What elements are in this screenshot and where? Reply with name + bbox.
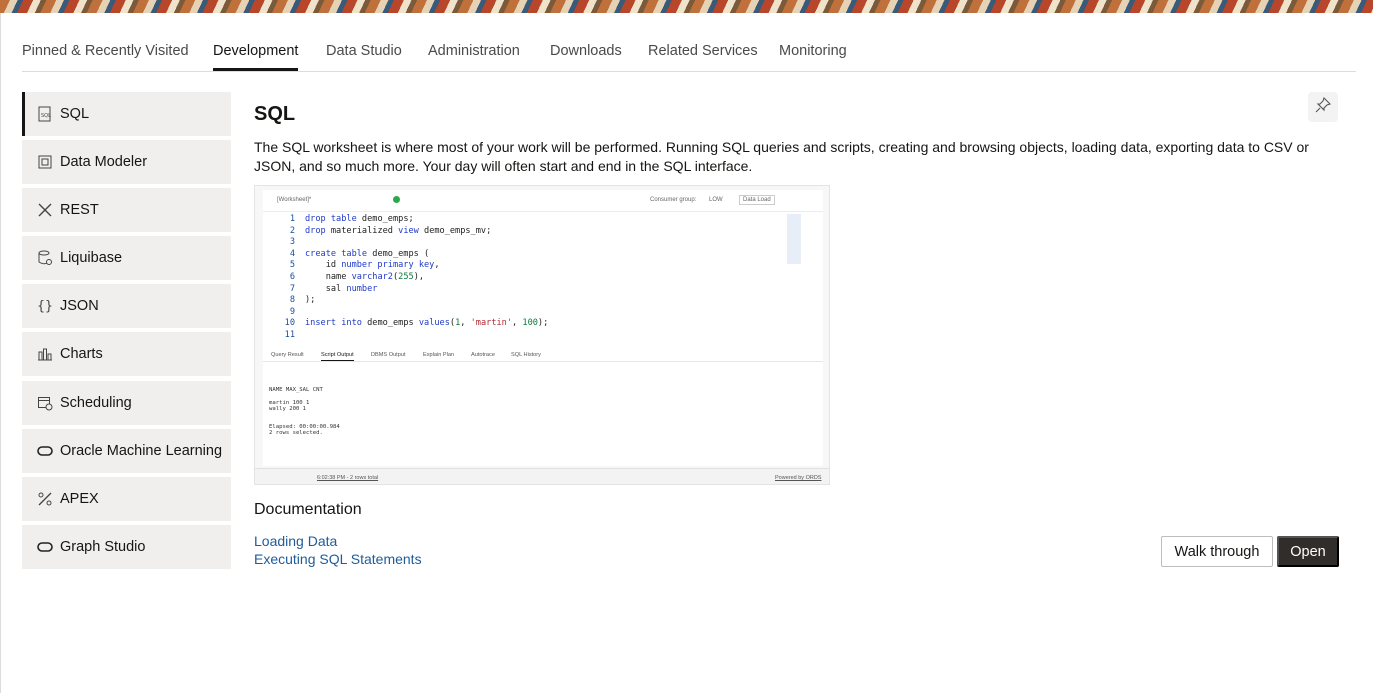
preview-code-editor: 1 drop table demo_emps; 2 drop materialize…	[263, 212, 823, 360]
tool-description: The SQL worksheet is where most of your …	[254, 139, 1309, 174]
sidebar-item-json[interactable]: {} JSON	[22, 284, 231, 328]
preview-consumer-group-value: LOW	[709, 197, 723, 203]
apex-icon	[36, 490, 54, 508]
oracle-capsule-icon	[36, 538, 54, 556]
preview-output-tabs: Query Result Script Output DBMS Output E…	[263, 348, 823, 362]
liquibase-icon	[36, 249, 54, 267]
bar-chart-icon	[36, 345, 54, 363]
code-line: 1 drop table demo_emps;	[289, 214, 414, 224]
preview-worksheet-tab: [Worksheet]*	[277, 197, 312, 203]
open-button[interactable]: Open	[1277, 536, 1339, 567]
sql-worksheet-preview: [Worksheet]* Consumer group: LOW Data Lo…	[254, 185, 830, 485]
preview-powered-by: Powered by ORDS	[775, 475, 822, 481]
sidebar-item-liquibase[interactable]: Liquibase	[22, 236, 231, 280]
sidebar-item-label: Graph Studio	[60, 539, 146, 555]
sidebar-item-data-modeler[interactable]: Data Modeler	[22, 140, 231, 184]
preview-output-tab: Explain Plan	[423, 352, 455, 358]
json-braces-icon: {}	[37, 298, 53, 314]
tab-downloads[interactable]: Downloads	[550, 36, 622, 71]
preview-minimap	[787, 214, 801, 264]
preview-output-tab: SQL History	[511, 352, 541, 358]
page-title: SQL	[254, 103, 296, 125]
sidebar-item-sql[interactable]: SQL SQL	[22, 92, 231, 136]
sidebar-item-label: Charts	[60, 346, 103, 362]
pin-button[interactable]	[1308, 92, 1338, 122]
sidebar-item-label: Oracle Machine Learning	[60, 443, 223, 459]
preview-output-tab: Script Output	[321, 352, 354, 361]
tab-administration[interactable]: Administration	[428, 36, 520, 71]
header-banner	[0, 0, 1373, 13]
data-modeler-icon	[36, 153, 54, 171]
code-line: 5 id number primary key,	[289, 260, 440, 271]
code-line: 4 create table demo_emps (	[289, 248, 430, 259]
sidebar-item-label: JSON	[60, 298, 99, 314]
code-line: 8);	[289, 295, 316, 306]
calendar-clock-icon	[36, 394, 54, 412]
left-divider	[0, 13, 1, 693]
preview-output-tab: DBMS Output	[371, 352, 406, 358]
sidebar-item-oracle-machine-learning[interactable]: Oracle Machine Learning	[22, 429, 231, 473]
preview-data-load-button: Data Load	[739, 195, 775, 205]
pin-icon	[1315, 96, 1332, 118]
code-line: 2 drop materialized view demo_emps_mv;	[289, 225, 492, 236]
sidebar-item-label: REST	[60, 202, 99, 218]
sidebar-item-apex[interactable]: APEX	[22, 477, 231, 521]
doc-link-executing-sql-statements[interactable]: Executing SQL Statements	[254, 551, 422, 567]
sidebar-item-graph-studio[interactable]: Graph Studio	[22, 525, 231, 569]
sidebar-item-label: Liquibase	[60, 250, 123, 266]
preview-output-tab: Autotrace	[471, 352, 495, 358]
category-tabs: Pinned & Recently Visited Development Da…	[22, 36, 1356, 72]
sidebar-item-rest[interactable]: REST	[22, 188, 231, 232]
preview-rows-selected: 2 rows selected.	[269, 430, 323, 436]
tab-related-services[interactable]: Related Services	[648, 36, 758, 71]
preview-status-text: 6:02:38 PM - 2 rows total	[317, 475, 379, 481]
preview-consumer-group-label: Consumer group:	[650, 197, 697, 203]
code-line: 10 insert into demo_emps values(1, 'marti…	[284, 318, 549, 329]
tab-monitoring[interactable]: Monitoring	[779, 36, 847, 71]
walk-through-button[interactable]: Walk through	[1161, 536, 1273, 567]
code-line: 11	[284, 330, 295, 340]
rest-tools-icon	[36, 201, 54, 219]
preview-status-bar: 6:02:38 PM - 2 rows total Powered by ORD…	[255, 468, 829, 484]
preview-output-tab: Query Result	[271, 352, 304, 358]
tab-pinned-recently-visited[interactable]: Pinned & Recently Visited	[22, 36, 189, 71]
code-line: 6 name varchar2(255),	[289, 272, 425, 282]
doc-link-loading-data[interactable]: Loading Data	[254, 533, 337, 549]
tab-data-studio[interactable]: Data Studio	[326, 36, 402, 71]
oracle-capsule-icon	[36, 442, 54, 460]
preview-output-header: NAME MAX_SAL CNT	[269, 387, 323, 393]
tab-development[interactable]: Development	[213, 36, 299, 71]
svg-text:SQL: SQL	[41, 113, 51, 119]
code-line: 3	[289, 237, 295, 248]
sidebar-item-label: Data Modeler	[60, 154, 148, 170]
sql-icon: SQL	[36, 105, 54, 123]
preview-output-panel: Query Result Script Output DBMS Output E…	[263, 348, 823, 466]
sidebar-item-scheduling[interactable]: Scheduling	[22, 381, 231, 425]
sidebar-item-label: SQL	[60, 106, 90, 122]
run-icon	[393, 196, 400, 203]
sidebar-item-label: Scheduling	[60, 395, 132, 411]
code-line: 7 sal number	[289, 283, 378, 294]
preview-toolbar: [Worksheet]* Consumer group: LOW Data Lo…	[263, 190, 823, 212]
preview-output-row: wally 200 1	[269, 406, 307, 412]
sidebar-item-label: APEX	[60, 491, 99, 507]
code-line: 9	[289, 306, 295, 317]
documentation-heading: Documentation	[254, 501, 362, 518]
sidebar-item-charts[interactable]: Charts	[22, 332, 231, 376]
